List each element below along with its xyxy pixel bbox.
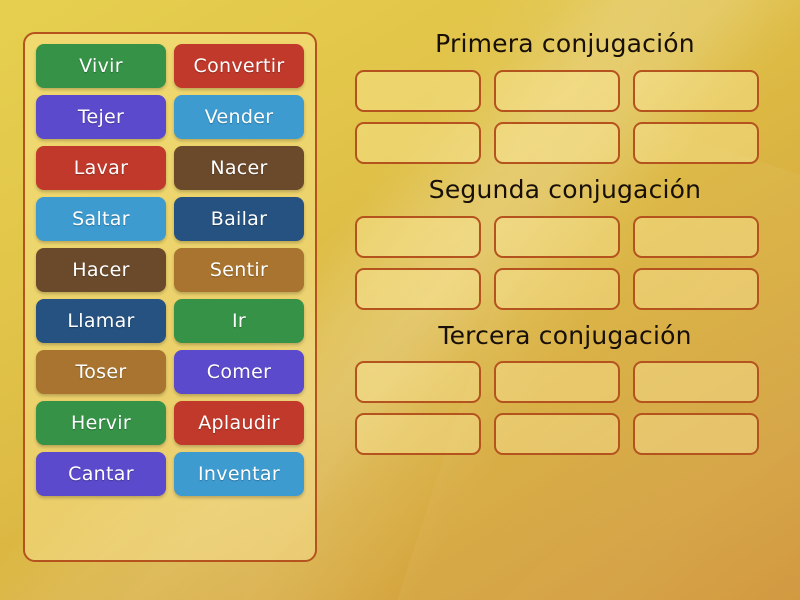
drop-slot[interactable] — [494, 69, 620, 112]
drop-slot[interactable] — [355, 361, 481, 404]
word-card[interactable]: Hervir — [36, 401, 166, 445]
word-card[interactable]: Comer — [174, 350, 304, 394]
word-card[interactable]: Vender — [174, 95, 304, 139]
word-card[interactable]: Convertir — [174, 44, 304, 88]
word-card-label: Vivir — [79, 54, 123, 77]
category-group: Primera conjugación — [345, 29, 785, 164]
word-card-label: Llamar — [67, 309, 135, 332]
drop-slot[interactable] — [494, 267, 620, 310]
drop-slot[interactable] — [355, 413, 481, 456]
word-card-label: Tejer — [77, 105, 125, 128]
word-card[interactable]: Lavar — [36, 146, 166, 190]
word-card[interactable]: Ir — [174, 299, 304, 343]
category-title: Tercera conjugación — [438, 320, 692, 350]
drop-slot-grid — [345, 361, 785, 456]
drop-slot[interactable] — [633, 267, 759, 310]
word-card-label: Bailar — [210, 207, 268, 230]
word-card-label: Nacer — [210, 156, 268, 179]
word-card-label: Ir — [231, 309, 246, 332]
word-card[interactable]: Sentir — [174, 248, 304, 292]
drop-slot[interactable] — [633, 69, 759, 112]
word-card-label: Aplaudir — [198, 411, 280, 434]
word-card[interactable]: Toser — [36, 350, 166, 394]
drop-slot[interactable] — [633, 361, 759, 404]
category-group: Tercera conjugación — [345, 320, 785, 456]
category-group: Segunda conjugación — [345, 174, 785, 310]
drop-slot-grid — [345, 69, 785, 164]
drop-slot[interactable] — [355, 69, 481, 112]
word-card-label: Cantar — [68, 462, 134, 485]
drop-slot-grid — [345, 215, 785, 310]
category-title: Segunda conjugación — [428, 174, 702, 204]
word-card[interactable]: Bailar — [174, 197, 304, 241]
drop-slot[interactable] — [494, 215, 620, 258]
word-card[interactable]: Saltar — [36, 197, 166, 241]
word-card-label: Inventar — [198, 462, 280, 485]
word-card-label: Vender — [204, 105, 274, 128]
word-card-label: Sentir — [209, 258, 269, 281]
word-card[interactable]: Cantar — [36, 452, 166, 496]
word-card[interactable]: Llamar — [36, 299, 166, 343]
drop-slot[interactable] — [494, 121, 620, 164]
word-card[interactable]: Aplaudir — [174, 401, 304, 445]
word-card[interactable]: Nacer — [174, 146, 304, 190]
drop-slot[interactable] — [355, 121, 481, 164]
activity-stage: Vivir Convertir Tejer Vender Lavar Nacer Salta… — [0, 0, 800, 600]
word-card-label: Hervir — [71, 411, 131, 434]
word-card-label: Comer — [206, 360, 272, 383]
category-title: Primera conjugación — [435, 29, 695, 58]
word-bank-panel: Vivir Convertir Tejer Vender Lavar Nacer Salta… — [23, 32, 317, 562]
drop-slot[interactable] — [494, 413, 620, 456]
word-card[interactable]: Hacer — [36, 248, 166, 292]
word-card-label: Convertir — [193, 54, 285, 77]
drop-slot[interactable] — [633, 413, 759, 456]
drop-slot[interactable] — [633, 215, 759, 258]
word-card[interactable]: Tejer — [36, 95, 166, 139]
word-card[interactable]: Inventar — [174, 452, 304, 496]
drop-slot[interactable] — [355, 267, 481, 310]
word-card-label: Saltar — [72, 207, 130, 230]
word-card-label: Toser — [75, 360, 127, 383]
drop-slot[interactable] — [633, 121, 759, 164]
category-columns: Primera conjugación Segunda conjugación Te… — [345, 29, 785, 575]
word-card[interactable]: Vivir — [36, 44, 166, 88]
drop-slot[interactable] — [494, 361, 620, 404]
word-card-label: Hacer — [72, 258, 130, 281]
word-card-label: Lavar — [73, 156, 129, 179]
drop-slot[interactable] — [355, 215, 481, 258]
